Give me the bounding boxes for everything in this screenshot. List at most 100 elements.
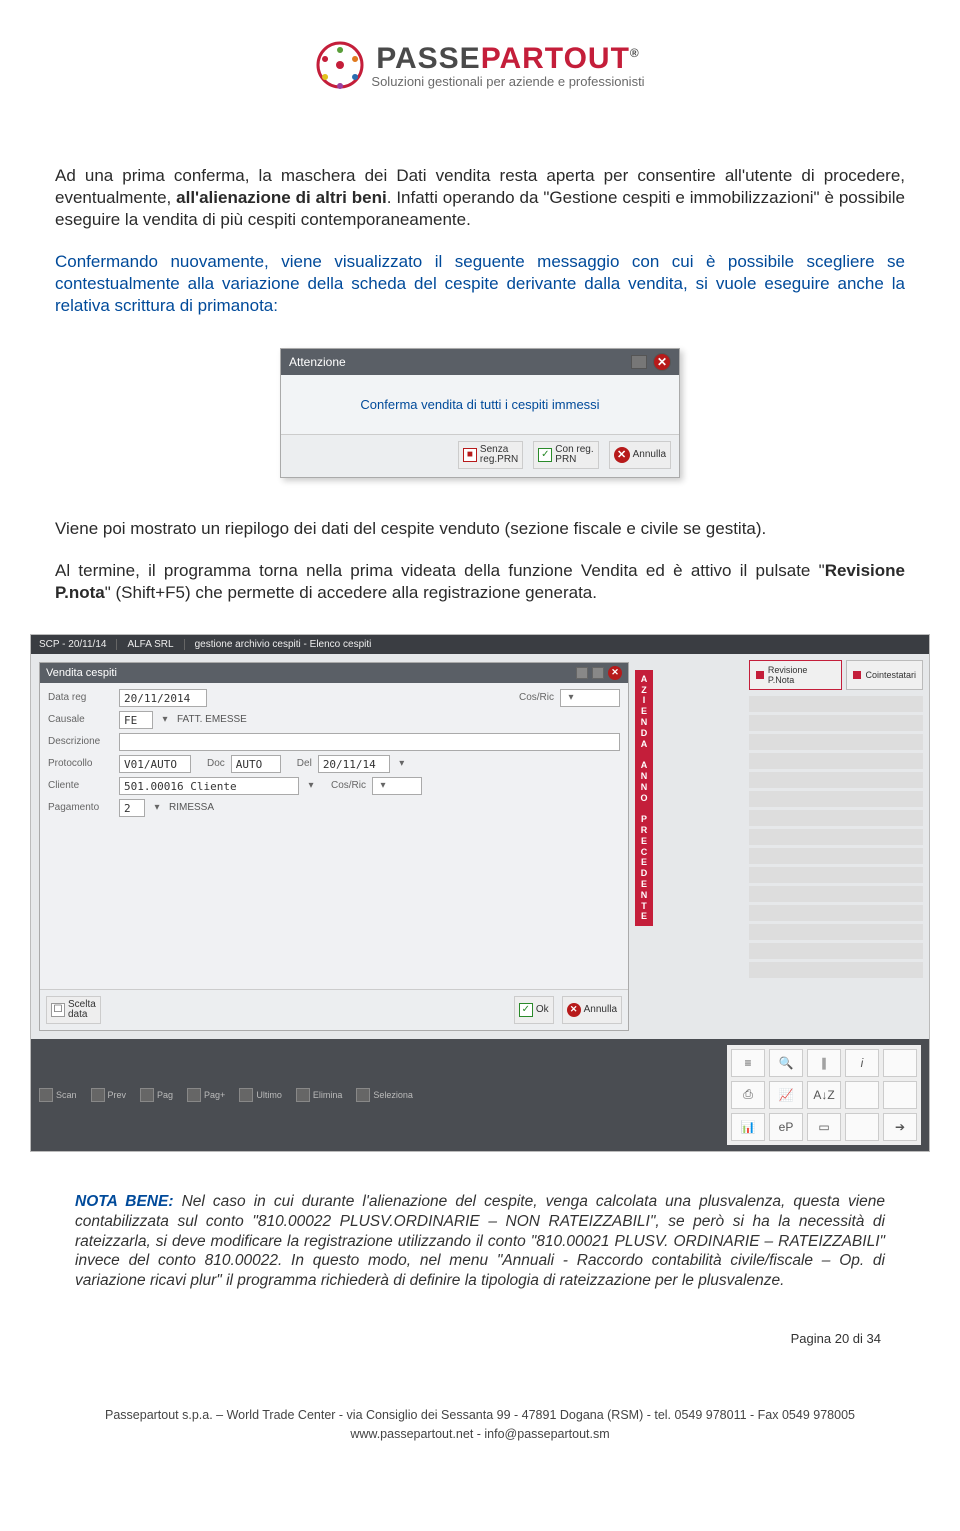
- tool-icon: [239, 1088, 253, 1102]
- sort-icon[interactable]: A↓Z: [807, 1081, 841, 1109]
- select-cosric[interactable]: ▾: [560, 689, 620, 707]
- vstrip-char: N: [641, 717, 648, 728]
- chevron-down-icon[interactable]: ▾: [159, 714, 171, 725]
- causale-desc: FATT. EMESSE: [177, 714, 247, 725]
- cointestatari-button[interactable]: Cointestatari: [846, 660, 923, 690]
- arrow-right-icon[interactable]: ➔: [883, 1113, 917, 1141]
- form-control-icon[interactable]: [592, 667, 604, 679]
- input-descrizione[interactable]: [119, 733, 620, 751]
- tool-icon: [296, 1088, 310, 1102]
- vstrip-char: O: [640, 793, 647, 804]
- bottombar-button[interactable]: Pag+: [187, 1088, 225, 1102]
- chevron-down-icon[interactable]: ▾: [305, 780, 317, 791]
- tool-icon[interactable]: [883, 1081, 917, 1109]
- brand-name: PASSEPARTOUT®: [371, 42, 644, 76]
- attention-dialog: Attenzione ✕ Conferma vendita di tutti i…: [280, 348, 680, 478]
- vertical-strip: AZIENDA ANNO PRECEDENTE: [635, 670, 653, 926]
- bottombar-label: Pag+: [204, 1090, 225, 1100]
- close-icon[interactable]: ✕: [653, 353, 671, 371]
- nota-text: Nel caso in cui durante l'alienazione de…: [75, 1193, 885, 1289]
- vstrip-char: A: [641, 674, 648, 685]
- ep-icon[interactable]: eP: [769, 1113, 803, 1141]
- bottombar-label: Prev: [108, 1090, 127, 1100]
- bottombar-button[interactable]: Elimina: [296, 1088, 343, 1102]
- chart-icon[interactable]: 📈: [769, 1081, 803, 1109]
- bottombar-button[interactable]: Ultimo: [239, 1088, 282, 1102]
- vstrip-char: Z: [641, 685, 647, 696]
- label-descrizione: Descrizione: [48, 736, 113, 747]
- chevron-down-icon[interactable]: ▾: [151, 802, 163, 813]
- para3b-post: " (Shift+F5) che permette di accedere al…: [105, 583, 597, 602]
- dialog-titlebar: Attenzione ✕: [281, 349, 679, 375]
- input-causale[interactable]: FE: [119, 711, 153, 729]
- input-cliente[interactable]: 501.00016 Cliente: [119, 777, 299, 795]
- toolbox: ≡ 🔍 ∥ i ⎙ 📈 A↓Z 📊 eP ▭ ➔: [727, 1045, 921, 1145]
- app-title-context: gestione archivio cespiti - Elenco cespi…: [195, 639, 382, 650]
- ok-button[interactable]: ✓ Ok: [514, 996, 554, 1024]
- tool-icon[interactable]: ≡: [731, 1049, 765, 1077]
- input-data-reg[interactable]: 20/11/2014: [119, 689, 207, 707]
- nota-label: NOTA BENE:: [75, 1193, 174, 1210]
- para1-bold: all'alienazione di altri beni: [176, 188, 387, 207]
- vstrip-char: [643, 803, 646, 814]
- pause-icon[interactable]: ∥: [807, 1049, 841, 1077]
- info-icon[interactable]: i: [845, 1049, 879, 1077]
- input-protocollo[interactable]: V01/AUTO: [119, 755, 191, 773]
- print-icon[interactable]: ⎙: [731, 1081, 765, 1109]
- senza-reg-prn-button[interactable]: ■ Senza reg.PRN: [458, 441, 523, 469]
- label-del: Del: [297, 758, 312, 769]
- bottombar-button[interactable]: Prev: [91, 1088, 127, 1102]
- annulla-button[interactable]: ✕ Annulla: [609, 441, 671, 469]
- vstrip-char: N: [641, 890, 648, 901]
- close-icon[interactable]: ✕: [608, 666, 622, 680]
- nota-bene: NOTA BENE: Nel caso in cui durante l'ali…: [55, 1192, 905, 1291]
- bottombar-button[interactable]: Scan: [39, 1088, 77, 1102]
- brand-reg: ®: [630, 46, 640, 60]
- btn1-line2: reg.PRN: [480, 455, 518, 465]
- con-reg-prn-button[interactable]: ✓ Con reg. PRN: [533, 441, 598, 469]
- btn2-line2: PRN: [555, 455, 593, 465]
- vstrip-char: D: [641, 868, 648, 879]
- tool-icon[interactable]: [845, 1113, 879, 1141]
- brand-red: PARTOUT: [481, 42, 630, 75]
- revisione-pnota-button[interactable]: Revisione P.Nota: [749, 660, 842, 690]
- footer-line-1: Passepartout s.p.a. – World Trade Center…: [55, 1406, 905, 1425]
- dialog-min-icon[interactable]: [631, 355, 647, 369]
- tool-icon[interactable]: [883, 1049, 917, 1077]
- annulla-button[interactable]: ✕ Annulla: [562, 996, 622, 1024]
- vstrip-char: [643, 749, 646, 760]
- form-control-icon[interactable]: [576, 667, 588, 679]
- search-icon[interactable]: 🔍: [769, 1049, 803, 1077]
- select-cosric-2[interactable]: ▾: [372, 777, 422, 795]
- bottombar-label: Elimina: [313, 1090, 343, 1100]
- ok-label: Ok: [536, 1004, 549, 1015]
- graph-icon[interactable]: 📊: [731, 1113, 765, 1141]
- tool-icon[interactable]: [845, 1081, 879, 1109]
- paragraph-3b: Al termine, il programma torna nella pri…: [55, 560, 905, 604]
- input-del[interactable]: 20/11/14: [318, 755, 390, 773]
- card-icon[interactable]: ▭: [807, 1113, 841, 1141]
- input-doc[interactable]: AUTO: [231, 755, 281, 773]
- scelta-data-button[interactable]: ☐ Scelta data: [46, 996, 101, 1024]
- chevron-down-icon[interactable]: ▾: [396, 758, 408, 769]
- page-footer: Passepartout s.p.a. – World Trade Center…: [55, 1406, 905, 1444]
- label-doc: Doc: [207, 758, 225, 769]
- vstrip-char: E: [641, 836, 647, 847]
- bottombar-label: Pag: [157, 1090, 173, 1100]
- foot-scelta-l2: data: [68, 1010, 96, 1020]
- pagamento-desc: RIMESSA: [169, 802, 214, 813]
- red-square-icon: ■: [463, 448, 477, 462]
- red-square-icon: [853, 671, 861, 679]
- label-cliente: Cliente: [48, 780, 113, 791]
- input-pagamento[interactable]: 2: [119, 799, 145, 817]
- dialog-message: Conferma vendita di tutti i cespiti imme…: [281, 375, 679, 434]
- page-header: PASSEPARTOUT® Soluzioni gestionali per a…: [55, 40, 905, 95]
- app-bottombar: Scan Prev Pag Pag+ Ultimo Elimina Seleziona ≡ …: [31, 1039, 929, 1151]
- dialog-actions: ■ Senza reg.PRN ✓ Con reg. PRN ✕ Annulla: [281, 434, 679, 477]
- vstrip-char: E: [641, 911, 647, 922]
- bottombar-button[interactable]: Pag: [140, 1088, 173, 1102]
- bottombar-button[interactable]: Seleziona: [356, 1088, 413, 1102]
- vstrip-char: N: [641, 782, 648, 793]
- tool-icon: [140, 1088, 154, 1102]
- cancel-icon: ✕: [614, 447, 630, 463]
